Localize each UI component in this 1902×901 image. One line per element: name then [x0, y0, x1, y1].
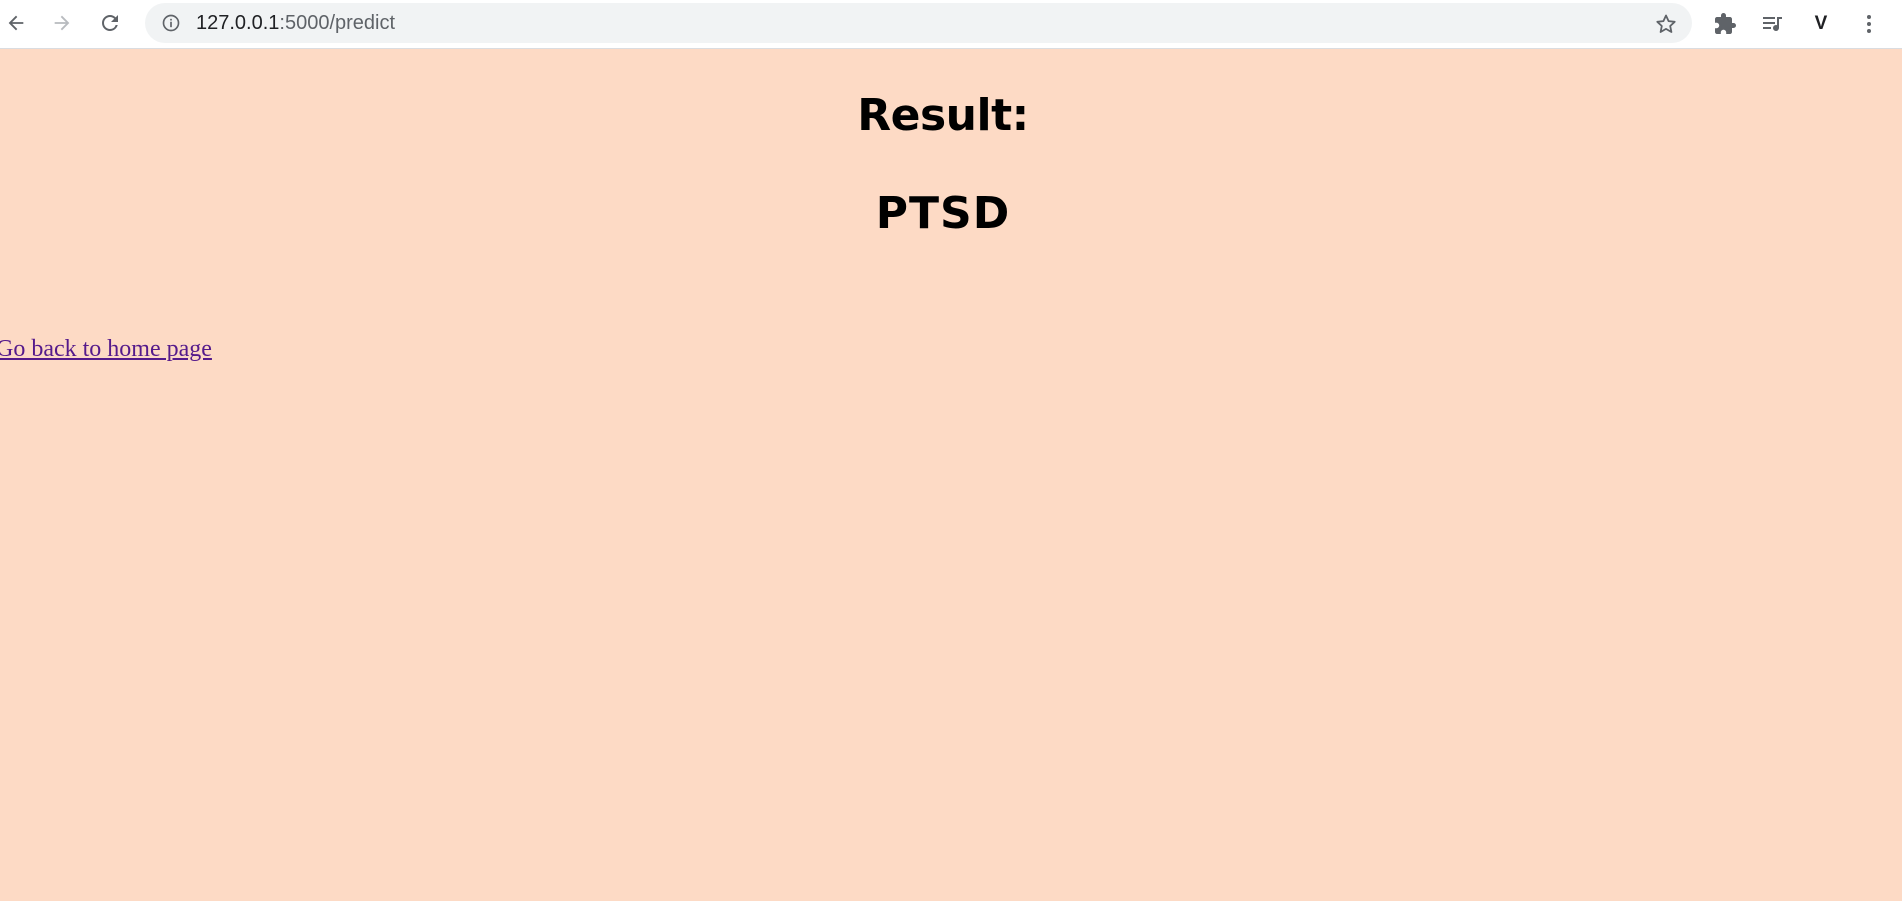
reload-icon [102, 14, 118, 31]
more-vert-icon [1867, 15, 1871, 33]
media-queue-button[interactable] [1758, 9, 1788, 39]
forward-button[interactable] [48, 9, 76, 37]
page-content: Result: PTSD Go back to home page [0, 50, 1902, 901]
back-button[interactable] [2, 9, 30, 37]
extensions-puzzle-icon [1715, 13, 1736, 34]
star-icon[interactable] [1654, 12, 1678, 36]
extensions-button[interactable] [1710, 9, 1740, 39]
address-bar[interactable]: 127.0.0.1:5000/predict [145, 3, 1692, 43]
back-arrow-icon [8, 15, 24, 31]
url-path: :5000/predict [279, 12, 396, 34]
browser-toolbar: 127.0.0.1:5000/predict V [0, 0, 1902, 49]
forward-arrow-icon [54, 15, 70, 31]
result-heading: Result: [857, 90, 1029, 141]
reload-button[interactable] [96, 9, 124, 37]
info-icon[interactable] [161, 13, 181, 33]
menu-button[interactable] [1854, 9, 1884, 39]
media-queue-icon [1763, 17, 1782, 31]
url-host: 127.0.0.1 [196, 12, 280, 34]
profile-initial: V [1814, 13, 1828, 34]
home-page-link[interactable]: Go back to home page [0, 336, 212, 363]
result-value: PTSD [875, 188, 1011, 239]
url-text[interactable]: 127.0.0.1:5000/predict [196, 12, 395, 34]
profile-button[interactable]: V [1806, 9, 1836, 39]
